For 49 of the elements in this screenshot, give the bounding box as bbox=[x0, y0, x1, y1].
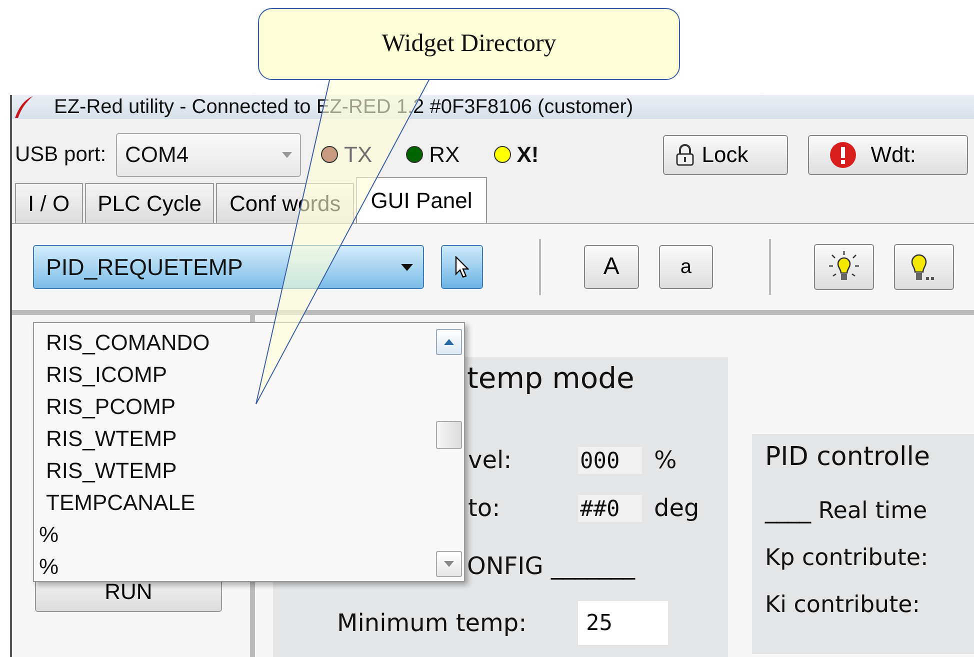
section-heading: ONFIG _______ bbox=[467, 552, 635, 582]
value-display: 000 bbox=[578, 446, 642, 474]
list-item[interactable]: TEMPCANALE bbox=[38, 487, 434, 519]
tab[interactable]: GUI Panel bbox=[356, 177, 488, 223]
field-label: vel: bbox=[468, 446, 513, 474]
field-label: Minimum temp: bbox=[337, 609, 528, 637]
list-item[interactable]: RIS_WTEMP bbox=[38, 455, 434, 487]
field-label: to: bbox=[468, 494, 502, 522]
cursor-icon bbox=[455, 256, 470, 278]
list-item[interactable]: RIS_COMANDO bbox=[38, 327, 434, 359]
swoosh-icon bbox=[14, 95, 34, 119]
scroll-down-button[interactable] bbox=[436, 551, 462, 577]
scroll-up-button[interactable] bbox=[436, 329, 462, 355]
value-display: ##0 bbox=[578, 494, 642, 522]
unit-label: % bbox=[654, 446, 677, 474]
font-size-button[interactable]: a bbox=[658, 245, 714, 289]
bulb-button[interactable] bbox=[814, 244, 874, 290]
lock-icon bbox=[676, 144, 694, 166]
field-label: Ki contribute: bbox=[765, 592, 922, 620]
lock-button[interactable]: Lock bbox=[662, 134, 788, 174]
tab[interactable]: PLC Cycle bbox=[84, 183, 214, 223]
indicator-label: TX bbox=[344, 142, 372, 168]
list-item[interactable]: RIS_WTEMP bbox=[38, 423, 434, 455]
group-title: temp mode bbox=[467, 361, 634, 397]
group-title: PID controlle bbox=[765, 442, 931, 474]
input-field[interactable]: 25 bbox=[578, 601, 668, 645]
list-item[interactable]: % bbox=[38, 519, 434, 551]
down-arrow-icon bbox=[444, 561, 454, 567]
unit-label: deg bbox=[654, 494, 700, 522]
widget-select[interactable]: PID_REQUETEMP bbox=[33, 245, 424, 289]
list-item[interactable]: RIS_ICOMP bbox=[38, 359, 434, 391]
alert-icon bbox=[828, 140, 857, 168]
font-size-button[interactable]: A bbox=[584, 245, 639, 289]
field-label: Kp contribute: bbox=[765, 545, 930, 573]
bulb-button[interactable] bbox=[894, 244, 954, 290]
field-label: ____ Real time bbox=[765, 498, 928, 526]
pointer-button[interactable] bbox=[441, 245, 484, 289]
list-item[interactable]: RIS_PCOMP bbox=[38, 391, 434, 423]
watchdog-button[interactable]: Wdt: bbox=[808, 134, 968, 174]
tab[interactable]: I / O bbox=[15, 183, 83, 223]
indicator-label: RX bbox=[429, 142, 460, 168]
caret-icon bbox=[282, 152, 292, 158]
callout: Widget Directory bbox=[258, 8, 680, 80]
up-arrow-icon bbox=[444, 339, 454, 345]
scroll-thumb[interactable] bbox=[436, 421, 462, 449]
indicator-label: X! bbox=[516, 142, 539, 168]
port-select[interactable]: COM4 bbox=[116, 132, 302, 176]
port-label: USB port: bbox=[15, 142, 106, 166]
caret-icon bbox=[401, 264, 414, 270]
